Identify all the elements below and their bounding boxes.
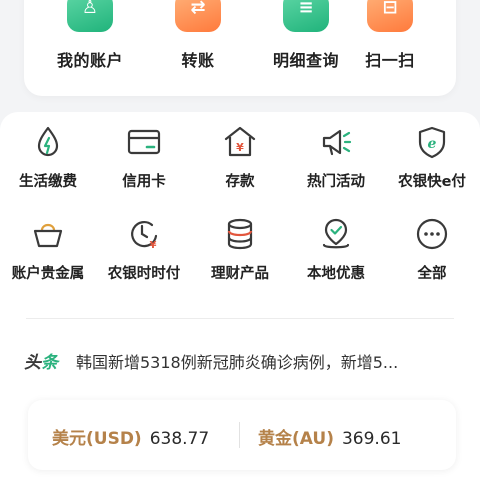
account-icon: ♙ — [67, 0, 113, 32]
service-wealth-products[interactable]: 理财产品 — [192, 204, 288, 284]
service-label: 信用卡 — [122, 174, 166, 190]
clock-yuan-icon: ¥ — [126, 216, 162, 252]
my-account-button[interactable]: ♙ 我的账户 — [36, 0, 144, 96]
service-label: 农银时时付 — [107, 266, 181, 282]
service-label: 账户贵金属 — [11, 266, 85, 282]
usd-rate[interactable]: 美元(USD) 638.77 — [52, 424, 209, 449]
service-local-deals[interactable]: 本地优惠 — [288, 204, 384, 284]
section-divider — [26, 318, 454, 319]
location-pin-icon — [318, 216, 354, 252]
svg-text:e: e — [428, 136, 437, 152]
scan-button[interactable]: ⊟ 扫一扫 — [336, 0, 444, 96]
service-label: 热门活动 — [307, 174, 365, 190]
service-instant-pay[interactable]: ¥ 农银时时付 — [96, 204, 192, 284]
service-label: 农银快e付 — [398, 174, 466, 190]
service-label: 全部 — [417, 266, 447, 282]
coin-stack-icon — [222, 216, 258, 252]
service-all[interactable]: 全部 — [384, 204, 480, 284]
gold-rate[interactable]: 黄金(AU) 369.61 — [258, 424, 401, 449]
service-label: 生活缴费 — [19, 174, 77, 190]
headline-tag: 头条 — [24, 353, 58, 373]
e-pay-shield-icon: e — [414, 124, 450, 160]
more-dots-icon — [414, 216, 450, 252]
service-label: 本地优惠 — [307, 266, 365, 282]
my-account-label: 我的账户 — [56, 51, 123, 70]
rates-card: 美元(USD) 638.77 黄金(AU) 369.61 — [28, 400, 456, 470]
usd-value: 638.77 — [149, 429, 210, 449]
service-credit-card[interactable]: 信用卡 — [96, 112, 192, 192]
headline-text[interactable]: 韩国新增5318例新冠肺炎确诊病例，新增5... — [76, 349, 452, 373]
quick-actions-card: ♙ 我的账户 ⇄ 转账 ≡ 明细查询 ⊟ 扫一扫 — [24, 0, 456, 96]
svg-text:¥: ¥ — [150, 240, 157, 251]
service-label: 存款 — [225, 174, 255, 190]
scan-icon: ⊟ — [367, 0, 413, 32]
water-drop-icon — [30, 124, 66, 160]
service-label: 理财产品 — [211, 266, 269, 282]
service-precious-metals[interactable]: 账户贵金属 — [0, 204, 96, 284]
gold-bowl-icon — [30, 216, 66, 252]
detail-query-icon: ≡ — [283, 0, 329, 32]
service-deposit[interactable]: ¥ 存款 — [192, 112, 288, 192]
gold-value: 369.61 — [341, 429, 402, 449]
headline-news[interactable]: 头条 韩国新增5318例新冠肺炎确诊病例，新增5... — [24, 346, 456, 376]
gold-label: 黄金(AU) — [258, 429, 334, 449]
deposit-house-icon: ¥ — [222, 124, 258, 160]
scan-label: 扫一扫 — [365, 51, 415, 70]
rate-separator — [239, 422, 240, 448]
usd-label: 美元(USD) — [52, 429, 142, 449]
credit-card-icon — [126, 124, 162, 160]
service-e-pay[interactable]: e 农银快e付 — [384, 112, 480, 192]
megaphone-icon — [318, 124, 354, 160]
service-life-payment[interactable]: 生活缴费 — [0, 112, 96, 192]
svg-text:¥: ¥ — [236, 141, 244, 154]
transfer-button[interactable]: ⇄ 转账 — [144, 0, 252, 96]
transfer-icon: ⇄ — [175, 0, 221, 32]
service-hot-activities[interactable]: 热门活动 — [288, 112, 384, 192]
transfer-label: 转账 — [181, 51, 215, 70]
